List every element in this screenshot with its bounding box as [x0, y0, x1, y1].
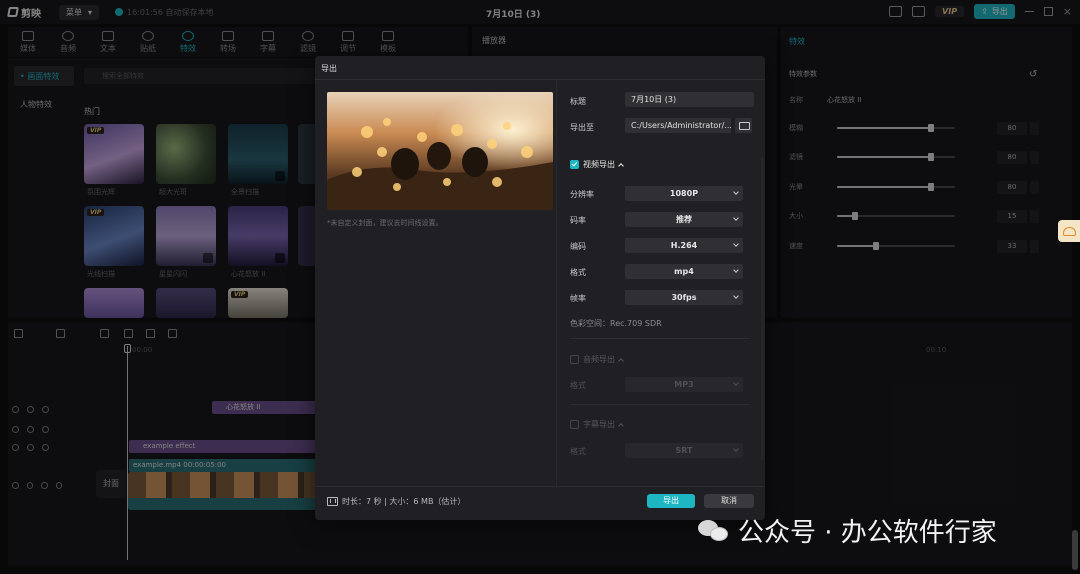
video-setting-select[interactable]: H.264 [625, 238, 743, 253]
section-divider [570, 404, 750, 405]
video-setting-select[interactable]: 推荐 [625, 212, 743, 227]
video-setting-label: 帧率 [570, 294, 586, 303]
watermark-text: 公众号 · 办公软件行家 [738, 518, 997, 548]
folder-icon[interactable] [735, 118, 752, 133]
window-scrollbar[interactable] [1072, 530, 1078, 570]
chevron-down-icon [733, 446, 739, 452]
video-setting-value: 推荐 [676, 215, 692, 224]
cover-preview [327, 92, 553, 210]
export-path-input[interactable]: C:/Users/Administrator/... [625, 118, 731, 133]
export-summary: 时长：7 秒 | 大小：6 MB（估计） [327, 496, 465, 507]
audio-format-value: MP3 [674, 380, 694, 389]
chevron-down-icon [733, 380, 739, 386]
audio-format-label: 格式 [570, 381, 586, 390]
preview-note: *未自定义封面，建议去时间线设置。 [327, 219, 443, 227]
title-input[interactable]: 7月10日 (3) [625, 92, 754, 107]
wechat-icon [698, 518, 730, 544]
video-setting-select[interactable]: mp4 [625, 264, 743, 279]
video-setting-label: 分辨率 [570, 190, 594, 199]
audio-export-toggle[interactable]: 音频导出 [570, 354, 624, 365]
video-setting-value: 1080P [669, 189, 699, 198]
title-label: 标题 [570, 97, 586, 106]
film-icon [327, 497, 338, 506]
video-setting-value: H.264 [670, 241, 698, 250]
export-to-label: 导出至 [570, 123, 594, 132]
preview-image [327, 92, 553, 210]
chevron-down-icon [733, 189, 739, 195]
export-button[interactable]: 导出 [647, 494, 695, 508]
dialog-preview-area: *未自定义封面，建议去时间线设置。 [315, 80, 556, 486]
video-setting-label: 码率 [570, 216, 586, 225]
chevron-down-icon [733, 215, 739, 221]
subtitle-format-value: SRT [675, 446, 693, 455]
dialog-header: 导出 [315, 56, 765, 80]
audio-export-checkbox[interactable] [570, 355, 579, 364]
video-setting-select[interactable]: 30fps [625, 290, 743, 305]
watermark: 公众号 · 办公软件行家 [698, 512, 997, 549]
subtitle-export-label: 字幕导出 [583, 420, 615, 429]
export-summary-text: 时长：7 秒 | 大小：6 MB（估计） [342, 497, 466, 506]
cloud-sync-icon[interactable] [1058, 220, 1080, 242]
subtitle-export-checkbox[interactable] [570, 420, 579, 429]
cancel-button[interactable]: 取消 [704, 494, 754, 508]
video-setting-select[interactable]: 1080P [625, 186, 743, 201]
subtitle-format-label: 格式 [570, 447, 586, 456]
export-dialog: 导出 *未自定义封面，建议去时间线设置。 标题 7月10日 (3) 导出至 C:… [315, 56, 765, 520]
dialog-title: 导出 [321, 64, 337, 73]
video-export-label: 视频导出 [583, 160, 615, 169]
chevron-up-icon [618, 422, 624, 429]
chevron-down-icon [733, 293, 739, 299]
video-setting-label: 格式 [570, 268, 586, 277]
subtitle-export-toggle[interactable]: 字幕导出 [570, 419, 624, 430]
video-setting-label: 编码 [570, 242, 586, 251]
video-setting-value: mp4 [674, 267, 694, 276]
color-space-text: 色彩空间：Rec.709 SDR [570, 319, 662, 328]
subtitle-format-select: SRT [625, 443, 743, 458]
audio-format-select: MP3 [625, 377, 743, 392]
chevron-down-icon [733, 267, 739, 273]
export-settings-form: 标题 7月10日 (3) 导出至 C:/Users/Administrator/… [556, 80, 765, 486]
video-export-toggle[interactable]: 视频导出 [570, 159, 624, 170]
video-setting-value: 30fps [671, 293, 697, 302]
audio-export-label: 音频导出 [583, 355, 615, 364]
section-divider [570, 338, 750, 339]
chevron-down-icon [733, 241, 739, 247]
video-export-checkbox[interactable] [570, 160, 579, 169]
chevron-up-icon [618, 357, 624, 364]
settings-scrollbar[interactable] [761, 157, 764, 460]
chevron-up-icon [618, 162, 624, 169]
